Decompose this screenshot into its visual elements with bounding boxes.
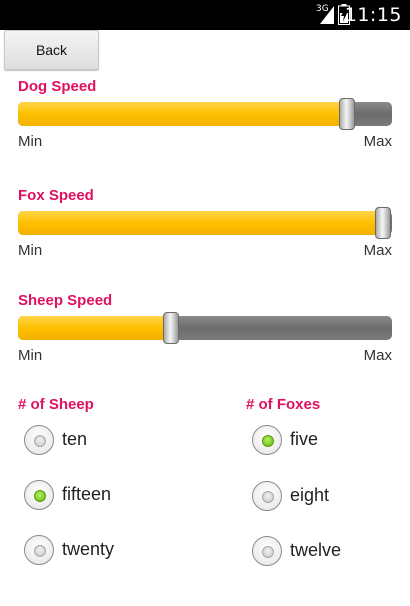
sheep-speed-max-label: Max [363, 347, 392, 364]
radio-button[interactable] [24, 480, 54, 510]
sheep-option-ten[interactable]: ten [24, 425, 194, 459]
slider-fill [18, 316, 172, 340]
slider-fill [18, 211, 383, 235]
radio-button[interactable] [252, 425, 282, 455]
fox-speed-min-label: Min [18, 242, 43, 259]
slider-thumb[interactable] [374, 207, 391, 239]
sheep-speed-title: Sheep Speed [18, 292, 113, 309]
slider-thumb[interactable] [163, 312, 180, 344]
radio-label: five [290, 429, 319, 449]
radio-label: ten [62, 429, 88, 449]
slider-fill [18, 102, 348, 126]
sheep-option-fifteen[interactable]: fifteen [24, 480, 194, 514]
back-button[interactable]: Back [4, 30, 99, 70]
radio-indicator [34, 435, 46, 447]
fox-speed-max-label: Max [363, 242, 392, 259]
radio-label: eight [290, 485, 330, 505]
radio-indicator [34, 490, 46, 502]
status-bar: 3G 11:15 [0, 0, 410, 30]
radio-label: twelve [290, 540, 342, 560]
fox-option-twelve[interactable]: twelve [252, 536, 410, 570]
slider-thumb[interactable] [339, 98, 356, 130]
fox-option-eight[interactable]: eight [252, 481, 410, 515]
fox-speed-slider[interactable] [18, 207, 392, 239]
radio-indicator [262, 546, 274, 558]
fox-option-five[interactable]: five [252, 425, 410, 459]
status-time: 11:15 [344, 4, 402, 26]
radio-button[interactable] [252, 481, 282, 511]
radio-indicator [262, 491, 274, 503]
radio-button[interactable] [24, 425, 54, 455]
signal-icon [320, 6, 334, 24]
fox-count-title: # of Foxes [246, 396, 321, 413]
sheep-speed-slider[interactable] [18, 312, 392, 344]
sheep-speed-min-label: Min [18, 347, 43, 364]
sheep-option-twenty[interactable]: twenty [24, 535, 194, 569]
radio-label: twenty [62, 539, 115, 559]
fox-speed-title: Fox Speed [18, 187, 94, 204]
dog-speed-min-label: Min [18, 133, 43, 150]
dog-speed-max-label: Max [363, 133, 392, 150]
sheep-count-title: # of Sheep [18, 396, 94, 413]
radio-label: fifteen [62, 484, 112, 504]
radio-indicator [262, 435, 274, 447]
radio-button[interactable] [252, 536, 282, 566]
radio-button[interactable] [24, 535, 54, 565]
dog-speed-slider[interactable] [18, 98, 392, 130]
radio-indicator [34, 545, 46, 557]
dog-speed-title: Dog Speed [18, 78, 97, 95]
